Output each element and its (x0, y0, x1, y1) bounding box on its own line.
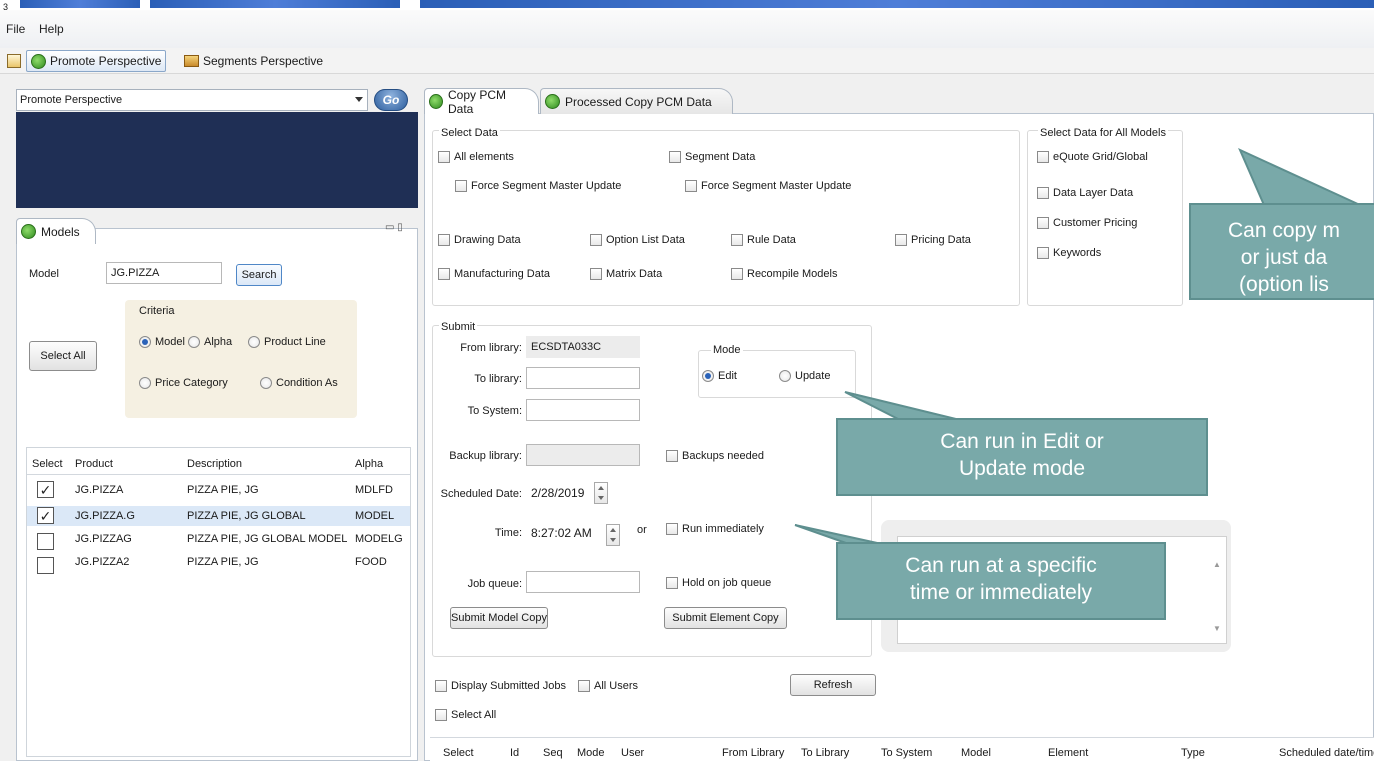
callout-time-line: time or immediately (909, 581, 1093, 604)
callout-time-line: Can run at a specific (905, 554, 1097, 577)
callout-run-time: Can run at a specific time or immediatel… (836, 542, 1166, 620)
callout-pointer (844, 391, 961, 421)
callout-edit-mode: Can run in Edit or Update mode (836, 418, 1208, 496)
callout-pointers (794, 147, 1361, 549)
callout-edit-line: Can run in Edit or (940, 430, 1104, 453)
callout-copy-line: Can copy m (1227, 219, 1341, 242)
callout-edit-line: Update mode (958, 457, 1086, 480)
callout-pointer (1238, 147, 1361, 206)
callout-copy-line: or just da (1240, 246, 1328, 269)
callout-copy: Can copy m or just da (option lis (1189, 203, 1374, 300)
callout-copy-line: (option lis (1239, 273, 1329, 296)
